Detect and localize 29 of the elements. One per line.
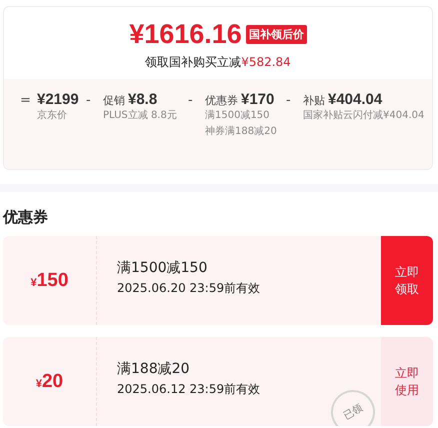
operator-sign: - [286, 93, 292, 108]
breakdown-amount: ¥170 [241, 91, 274, 108]
breakdown-amount: ¥8.8 [128, 91, 158, 108]
breakdown-note: PLUS立减 8.8元 [102, 108, 178, 123]
final-price: ¥1616.16 [129, 18, 242, 51]
operator-sign: - [188, 93, 194, 108]
coupon-action-button[interactable]: 立即使用 [381, 337, 433, 426]
coupon-action-button[interactable]: 立即领取 [381, 236, 433, 325]
operator-sign: = [20, 93, 32, 108]
section-title: 优惠券 [3, 207, 49, 228]
breakdown-note: 国家补贴云闪付减¥404.04 [302, 108, 426, 123]
coupon-condition: 满1500减150 [117, 259, 208, 278]
saving-amount: ¥582.84 [241, 55, 291, 69]
breakdown-note: 满1500减150 [204, 108, 271, 123]
price-tag: 国补领后价 [246, 24, 307, 44]
breakdown-amount: ¥2199 [37, 91, 79, 108]
operator-sign: - [86, 93, 92, 108]
breakdown-label: 补贴 [303, 93, 325, 108]
breakdown-label: 优惠券 [205, 93, 238, 108]
breakdown-label: 促销 [103, 93, 125, 108]
breakdown-amount: ¥404.04 [328, 91, 382, 108]
coupon-amount: ¥20 [36, 370, 64, 392]
coupon-validity: 2025.06.12 23:59前有效 [117, 381, 262, 398]
breakdown-note: 神券满188减20 [204, 124, 278, 139]
coupon-validity: 2025.06.20 23:59前有效 [117, 280, 262, 297]
coupon-amount: ¥150 [30, 270, 68, 292]
breakdown-note: 京东价 [36, 108, 68, 123]
coupon-condition: 满188减20 [117, 360, 191, 379]
saving-label: 领取国补购买立减 [145, 55, 242, 69]
